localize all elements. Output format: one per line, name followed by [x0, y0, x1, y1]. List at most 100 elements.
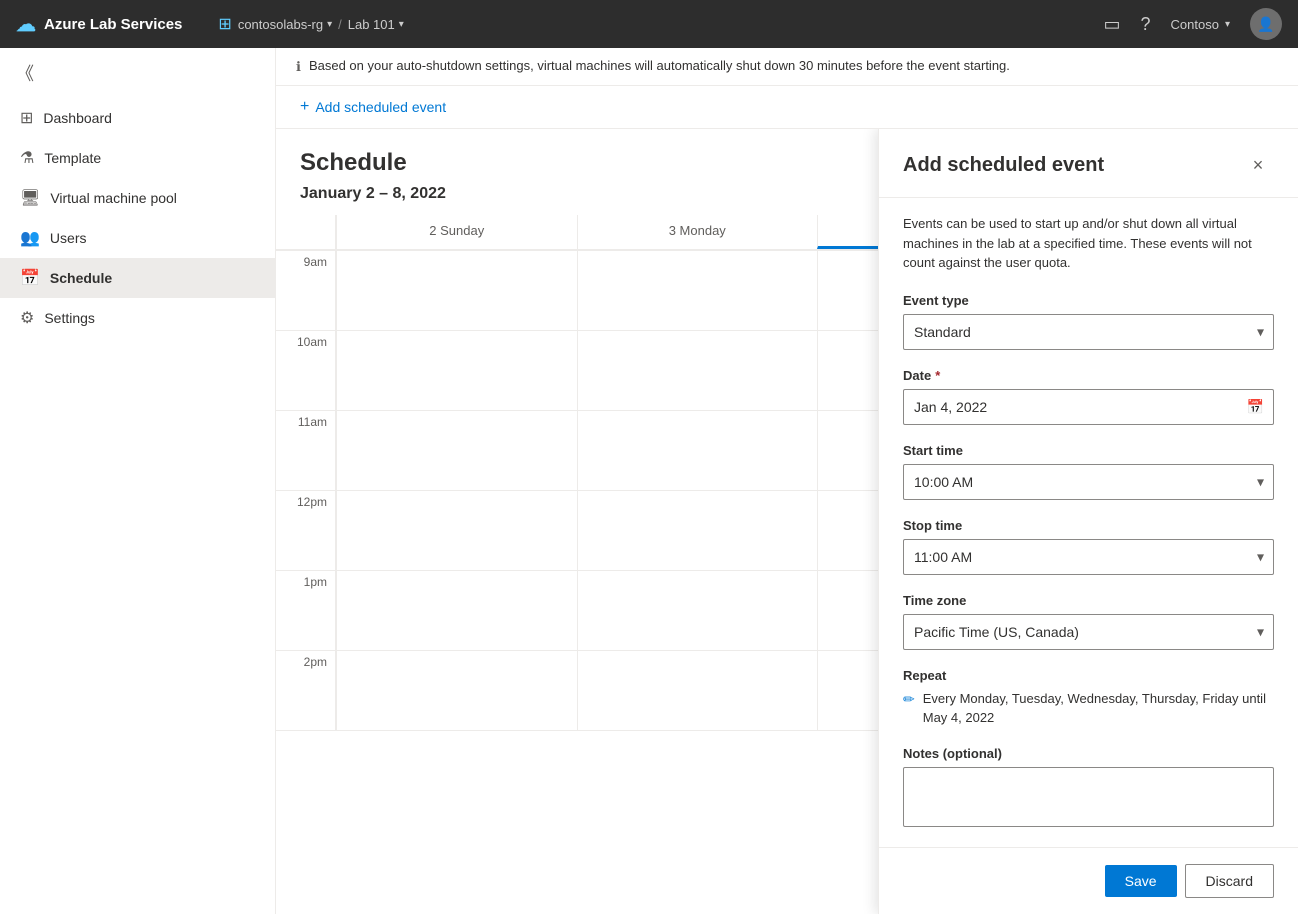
date-group: Date * Jan 4, 2022 📅 [903, 368, 1274, 425]
stop-time-group: Stop time 11:00 AM ▾ [903, 518, 1274, 575]
flask-icon: ⚗ [20, 148, 34, 168]
event-type-label: Event type [903, 293, 1274, 308]
help-icon[interactable]: ? [1141, 14, 1151, 35]
start-time-group: Start time 10:00 AM ▾ [903, 443, 1274, 500]
schedule-icon: 📅 [20, 268, 40, 288]
chevron-down-icon: ▾ [327, 19, 332, 30]
sidebar-item-vm-pool[interactable]: 🖥 Virtual machine pool [0, 178, 275, 218]
date-field[interactable]: Jan 4, 2022 📅 [903, 389, 1274, 425]
sidebar-collapse-button[interactable]: 《 [0, 48, 275, 98]
chevron-down-icon-2: ▾ [399, 19, 404, 30]
time-zone-select-wrapper: Pacific Time (US, Canada) ▾ [903, 614, 1274, 650]
sidebar-item-settings[interactable]: ⚙ Settings [0, 298, 275, 338]
info-banner: ℹ Based on your auto-shutdown settings, … [276, 48, 1298, 86]
stop-time-select[interactable]: 11:00 AM [903, 539, 1274, 575]
gear-icon: ⚙ [20, 308, 34, 328]
chevron-down-icon-3: ▾ [1225, 19, 1230, 30]
repeat-value: Every Monday, Tuesday, Wednesday, Thursd… [923, 689, 1274, 728]
breadcrumb-lab[interactable]: Lab 101 ▾ [348, 17, 404, 32]
add-event-panel: Add scheduled event × Events can be used… [878, 129, 1298, 914]
schedule-body: Schedule January 2 – 8, 2022 2 Sunday 3 … [276, 129, 1298, 914]
start-time-select-wrapper: 10:00 AM ▾ [903, 464, 1274, 500]
info-icon: ℹ [296, 59, 301, 75]
grid-icon: ⊞ [20, 108, 33, 128]
time-zone-group: Time zone Pacific Time (US, Canada) ▾ [903, 593, 1274, 650]
breadcrumb: ⊞ contosolabs-rg ▾ / Lab 101 ▾ [218, 14, 403, 34]
panel-header: Add scheduled event × [879, 129, 1298, 198]
panel-close-button[interactable]: × [1242, 149, 1274, 181]
time-label-1pm: 1pm [276, 571, 336, 650]
time-label-2pm: 2pm [276, 651, 336, 730]
panel-title: Add scheduled event [903, 154, 1104, 177]
panel-body: Events can be used to start up and/or sh… [879, 198, 1298, 847]
sidebar-item-schedule[interactable]: 📅 Schedule [0, 258, 275, 298]
time-label-11am: 11am [276, 411, 336, 490]
sidebar-item-users[interactable]: 👥 Users [0, 218, 275, 258]
notes-input[interactable] [903, 767, 1274, 827]
app-logo: ☁ Azure Lab Services [16, 12, 182, 37]
sidebar-item-template[interactable]: ⚗ Template [0, 138, 275, 178]
cloud-icon: ☁ [16, 12, 36, 37]
topbar: ☁ Azure Lab Services ⊞ contosolabs-rg ▾ … [0, 0, 1298, 48]
cal-cell-sun-9[interactable] [336, 251, 577, 330]
date-label: Date * [903, 368, 1274, 383]
start-time-label: Start time [903, 443, 1274, 458]
app-name: Azure Lab Services [44, 16, 182, 33]
sidebar-item-dashboard[interactable]: ⊞ Dashboard [0, 98, 275, 138]
schedule-header: + Add scheduled event [276, 86, 1298, 129]
account-menu[interactable]: Contoso ▾ [1171, 17, 1230, 32]
stop-time-select-wrapper: 11:00 AM ▾ [903, 539, 1274, 575]
event-type-select-wrapper: Standard ▾ [903, 314, 1274, 350]
cal-cell-sun-1[interactable] [336, 571, 577, 650]
day-header-monday: 3 Monday [577, 215, 818, 249]
cal-cell-mon-12[interactable] [577, 491, 818, 570]
time-label-10am: 10am [276, 331, 336, 410]
panel-description: Events can be used to start up and/or sh… [903, 214, 1274, 273]
cal-cell-sun-2[interactable] [336, 651, 577, 730]
repeat-group: Repeat ✏ Every Monday, Tuesday, Wednesda… [903, 668, 1274, 728]
time-zone-label: Time zone [903, 593, 1274, 608]
cal-cell-mon-9[interactable] [577, 251, 818, 330]
time-zone-select[interactable]: Pacific Time (US, Canada) [903, 614, 1274, 650]
repeat-row: ✏ Every Monday, Tuesday, Wednesday, Thur… [903, 689, 1274, 728]
stop-time-label: Stop time [903, 518, 1274, 533]
time-label-12pm: 12pm [276, 491, 336, 570]
day-header-sunday: 2 Sunday [336, 215, 577, 249]
breadcrumb-separator: / [338, 17, 342, 32]
sidebar: 《 ⊞ Dashboard ⚗ Template 🖥 Virtual machi… [0, 48, 276, 914]
cal-cell-mon-1[interactable] [577, 571, 818, 650]
date-input-wrapper: Jan 4, 2022 📅 [903, 389, 1274, 425]
repeat-label: Repeat [903, 668, 1274, 683]
chevron-left-icon: 《 [16, 60, 34, 86]
event-type-select[interactable]: Standard [903, 314, 1274, 350]
main-layout: 《 ⊞ Dashboard ⚗ Template 🖥 Virtual machi… [0, 48, 1298, 914]
monitor-icon[interactable]: ▭ [1104, 14, 1121, 35]
panel-container: Add scheduled event × Events can be used… [1284, 129, 1298, 914]
plus-icon: + [300, 98, 309, 116]
add-scheduled-event-button[interactable]: + Add scheduled event [300, 98, 446, 116]
topbar-right: ▭ ? Contoso ▾ 👤 [1104, 8, 1282, 40]
breadcrumb-resource-group[interactable]: contosolabs-rg ▾ [238, 17, 332, 32]
panel-footer: Save Discard [879, 847, 1298, 914]
cal-cell-sun-10[interactable] [336, 331, 577, 410]
save-button[interactable]: Save [1105, 865, 1177, 897]
notes-group: Notes (optional) [903, 746, 1274, 830]
event-type-group: Event type Standard ▾ [903, 293, 1274, 350]
cal-cell-mon-2[interactable] [577, 651, 818, 730]
avatar[interactable]: 👤 [1250, 8, 1282, 40]
breadcrumb-icon: ⊞ [218, 14, 231, 34]
time-label-9am: 9am [276, 251, 336, 330]
monitor-icon-2: 🖥 [20, 188, 40, 208]
notes-label: Notes (optional) [903, 746, 1274, 761]
cal-cell-mon-11[interactable] [577, 411, 818, 490]
edit-icon[interactable]: ✏ [903, 691, 915, 708]
cal-cell-sun-12[interactable] [336, 491, 577, 570]
required-indicator: * [935, 368, 940, 383]
discard-button[interactable]: Discard [1185, 864, 1274, 898]
content-area: ℹ Based on your auto-shutdown settings, … [276, 48, 1298, 914]
cal-cell-mon-10[interactable] [577, 331, 818, 410]
cal-cell-sun-11[interactable] [336, 411, 577, 490]
people-icon: 👥 [20, 228, 40, 248]
start-time-select[interactable]: 10:00 AM [903, 464, 1274, 500]
calendar-icon[interactable]: 📅 [1247, 398, 1264, 415]
